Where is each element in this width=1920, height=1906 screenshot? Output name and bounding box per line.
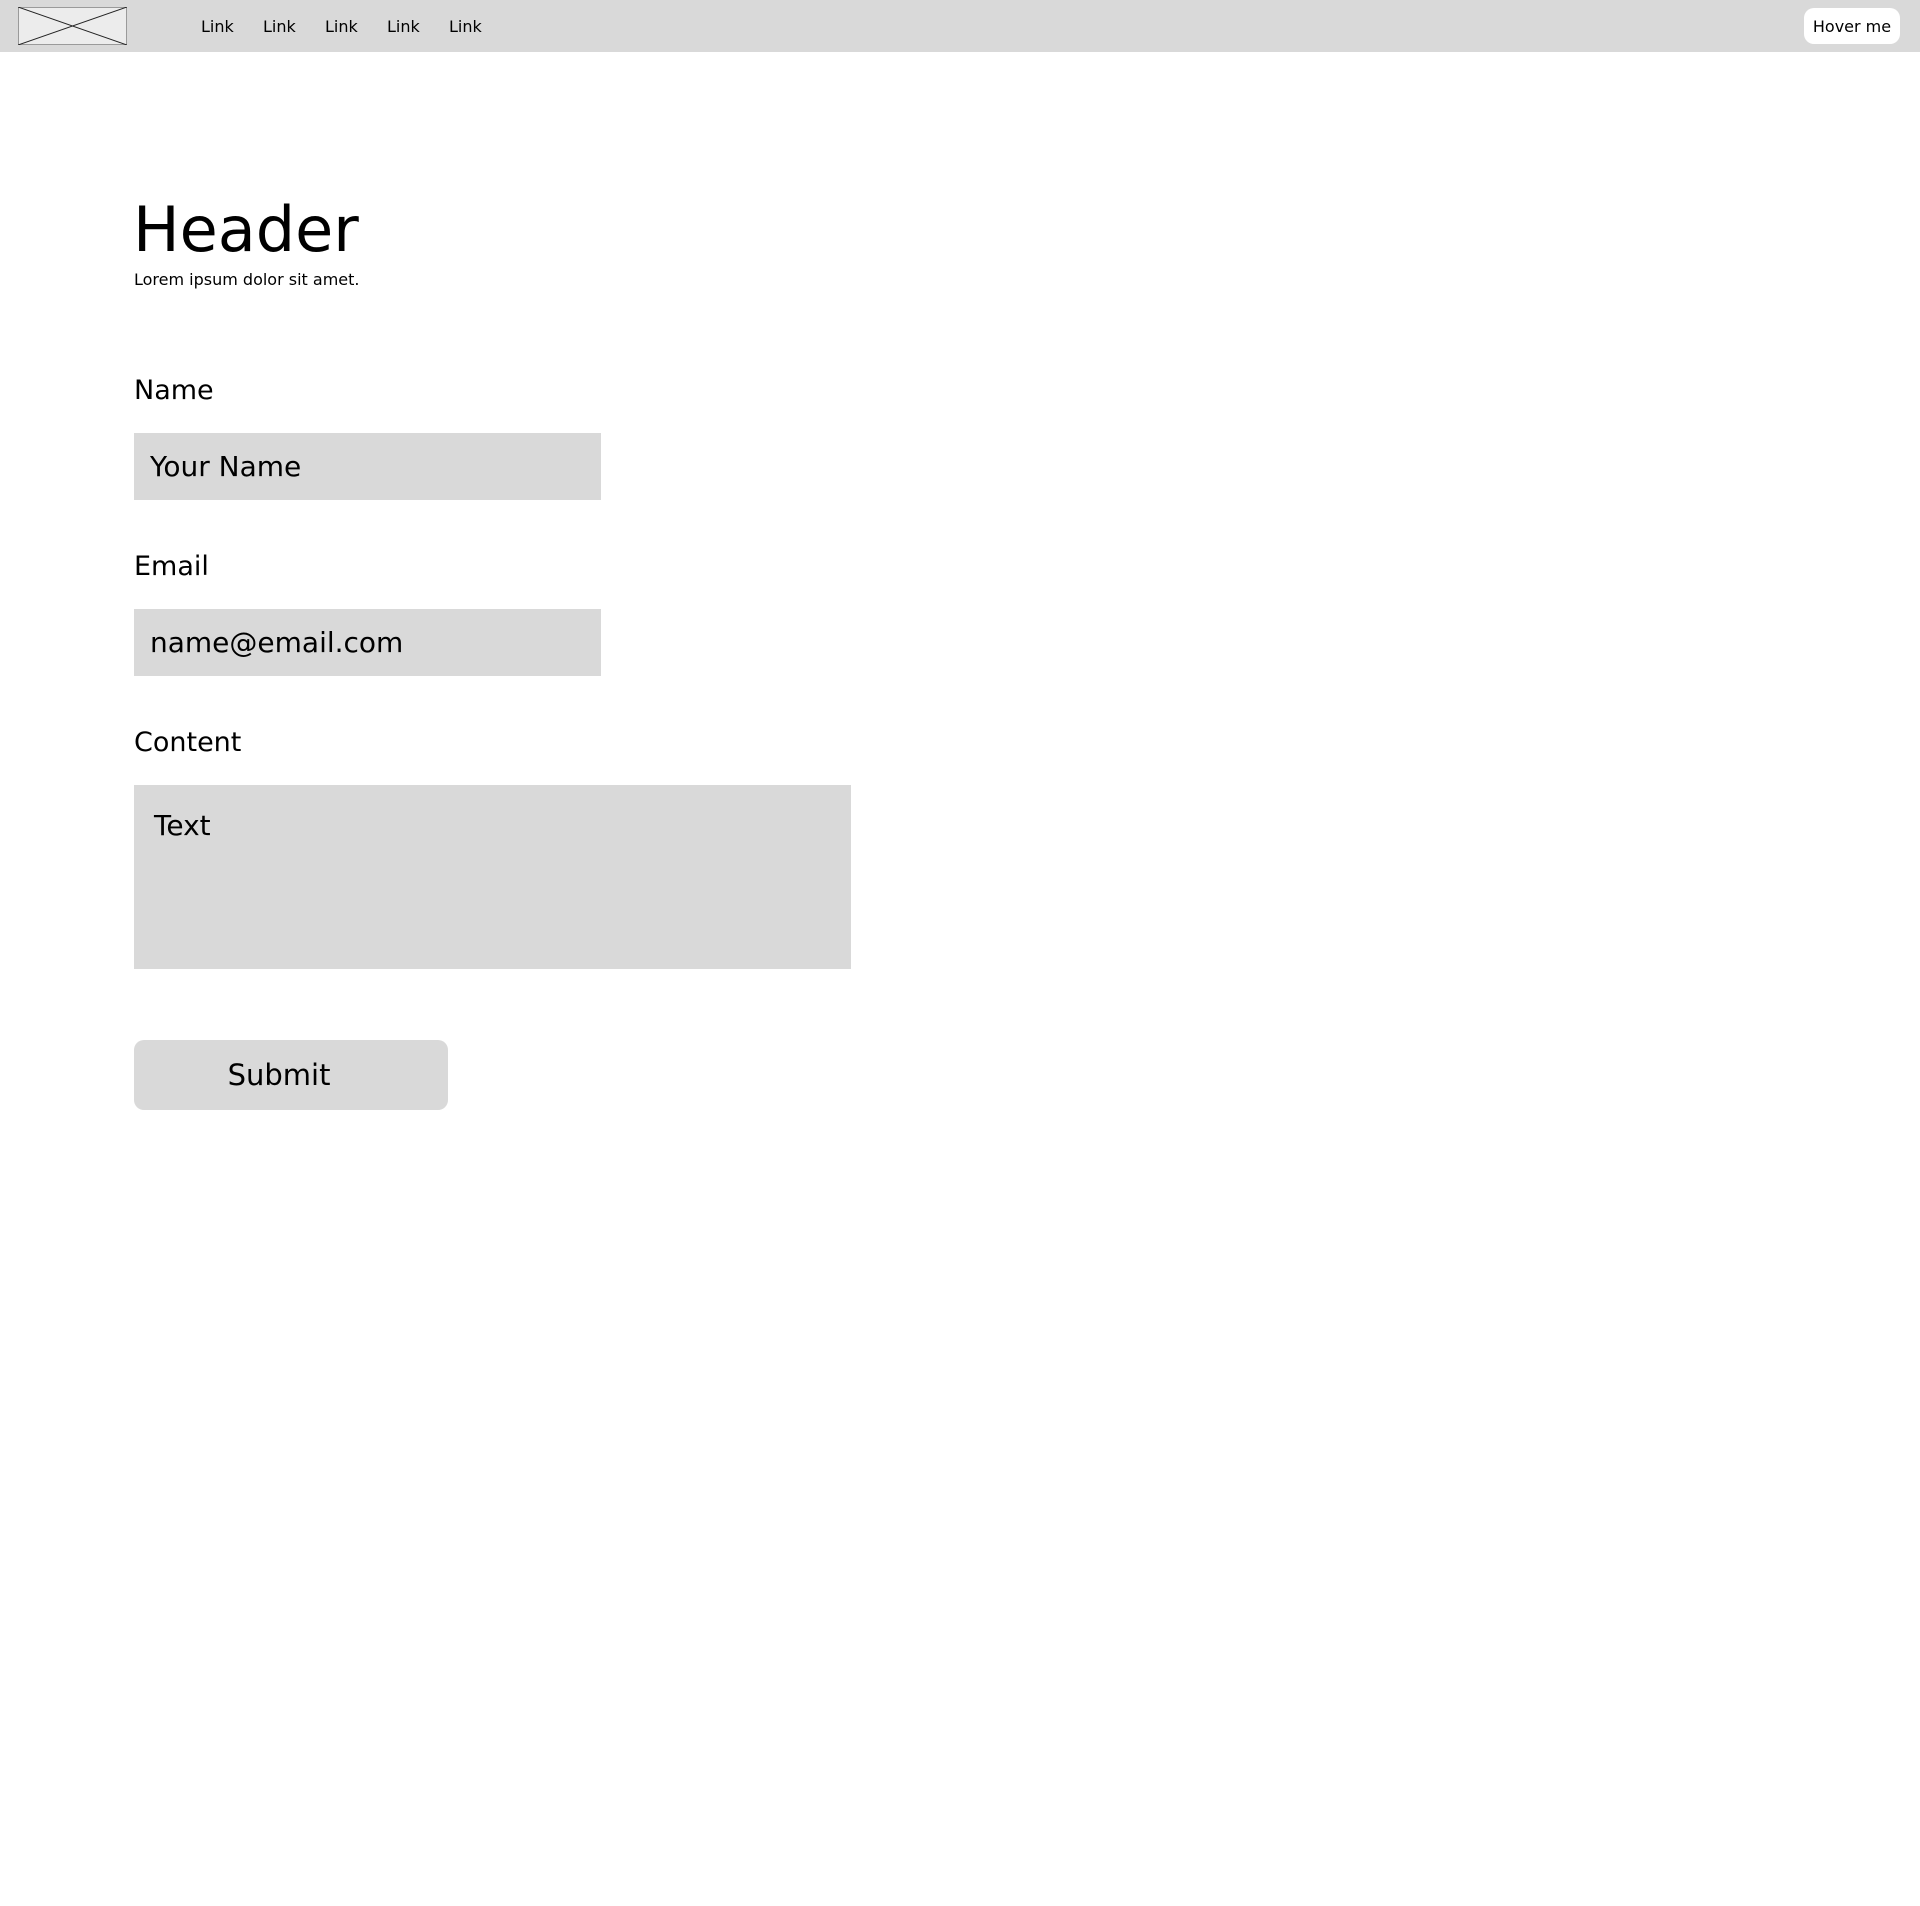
submit-button[interactable]: Submit bbox=[134, 1040, 448, 1110]
page-title: Header bbox=[133, 193, 359, 266]
image-placeholder-icon[interactable] bbox=[18, 7, 127, 45]
nav-link-4[interactable]: Link bbox=[387, 17, 420, 37]
content-label: Content bbox=[134, 727, 242, 758]
email-input[interactable] bbox=[134, 609, 601, 676]
content-textarea[interactable]: Text bbox=[134, 785, 851, 969]
email-label: Email bbox=[134, 551, 209, 582]
nav-link-5[interactable]: Link bbox=[449, 17, 482, 37]
nav-link-2[interactable]: Link bbox=[263, 17, 296, 37]
top-navigation-bar: Link Link Link Link Link Hover me bbox=[0, 0, 1920, 52]
nav-link-1[interactable]: Link bbox=[201, 17, 234, 37]
nav-link-3[interactable]: Link bbox=[325, 17, 358, 37]
page-subtitle: Lorem ipsum dolor sit amet. bbox=[134, 270, 360, 289]
name-input[interactable] bbox=[134, 433, 601, 500]
hover-me-button[interactable]: Hover me bbox=[1804, 8, 1900, 44]
name-label: Name bbox=[134, 375, 214, 406]
